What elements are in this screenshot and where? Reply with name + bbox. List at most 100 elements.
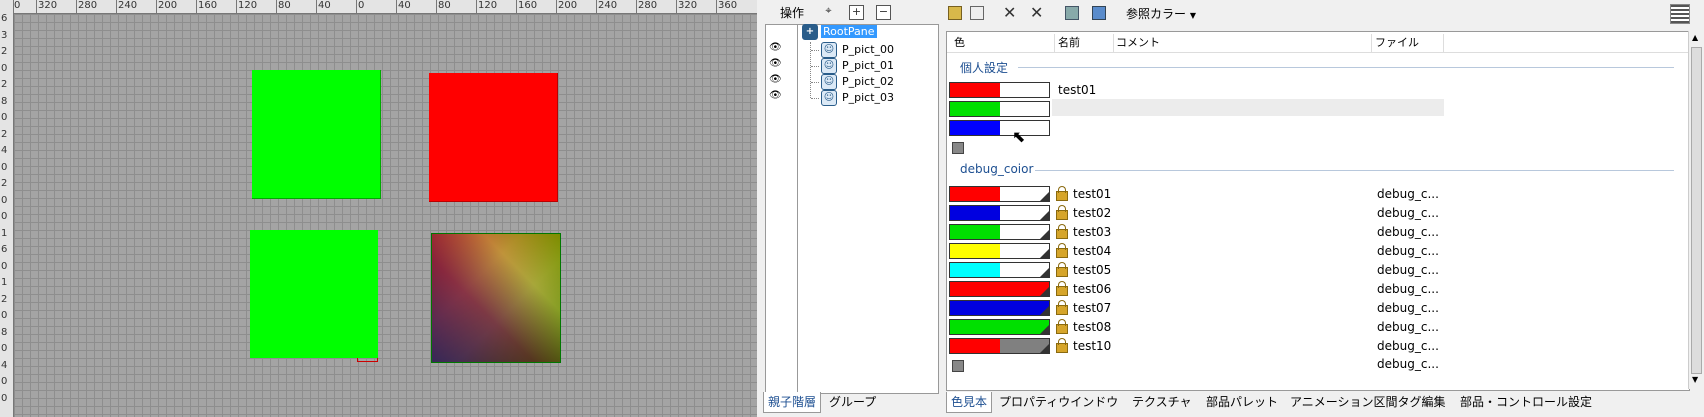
pict-gradient-bottom-right[interactable] [431,233,561,363]
lock-icon [1056,338,1068,353]
ruler-top-label: 160 [198,0,218,11]
ruler-top-label: 240 [598,0,618,11]
tree-node-label: P_pict_00 [842,43,895,56]
ruler-top-tick [276,0,277,13]
pict-green-top-left[interactable] [252,70,381,199]
color-name: test07 [1073,301,1112,315]
ref-color-label: 参照カラー [1126,7,1187,21]
tab-color-panel[interactable]: アニメーション区間タグ編集 [1286,392,1450,412]
delete-all-icon[interactable]: ✕ [1030,3,1043,22]
list-view-icon[interactable] [1670,4,1690,24]
ruler-left-label: 2 [1,79,8,90]
tree-branch-line [811,82,819,84]
color-swatch[interactable] [949,186,1050,202]
column-color[interactable]: 色 [954,34,1055,52]
color-name: test06 [1073,282,1112,296]
column-comment[interactable]: コメント [1116,34,1372,52]
select-tool-icon[interactable]: ⌖ [822,5,835,18]
vertical-scrollbar[interactable]: ▲ ▼ [1688,31,1703,389]
add-color-icon[interactable] [952,360,964,372]
visibility-eye-icon[interactable]: 👁 [769,42,782,53]
ref-color-dropdown[interactable]: 参照カラー ▼ [1126,5,1196,22]
ruler-top-label: 360 [718,0,738,11]
visibility-eye-icon[interactable]: 👁 [769,58,782,69]
tab-hierarchy[interactable]: 親子階層 [763,392,822,413]
color-swatch[interactable] [949,262,1050,278]
tab-group[interactable]: グループ [825,392,880,412]
delete-icon[interactable]: ✕ [1003,3,1016,22]
tab-color-panel[interactable]: 色見本 [946,392,993,413]
ruler-top-tick [396,0,397,13]
color-swatch[interactable] [949,224,1050,240]
lock-icon [1056,300,1068,315]
scroll-up-icon[interactable]: ▲ [1692,33,1698,42]
color-swatch[interactable] [949,120,1050,136]
ruler-left-label: 0 [1,392,8,404]
pict-red-top-right[interactable] [429,73,558,202]
edit-color-icon[interactable] [970,6,984,20]
layout-canvas[interactable] [0,0,757,417]
ruler-top-label: 160 [518,0,538,11]
swatch-color-primary [950,102,1000,116]
swatch-color-primary [950,301,1000,315]
swatch-color-primary [950,121,1000,135]
swatch-color-primary [950,282,1000,296]
import-icon[interactable] [1092,6,1106,20]
root-pane-label: RootPane [821,25,877,38]
lock-icon [1056,262,1068,277]
ruler-left-label: 0 [1,376,8,387]
ruler-top-label: 0 [358,0,365,11]
color-swatch[interactable] [949,338,1050,354]
ruler-left-label: 0 [1,62,8,74]
lock-icon [1056,319,1068,334]
swatch-corner-mark [1040,192,1049,201]
color-swatch[interactable] [949,205,1050,221]
ruler-top-label: 120 [478,0,498,11]
hierarchy-toolbar: 操作 ⌖ + − [758,0,938,24]
ruler-top-tick [716,0,717,13]
visibility-eye-icon[interactable]: 👁 [769,90,782,101]
ruler-left-label: 3 [1,29,8,41]
color-file: debug_c... [1377,282,1439,296]
pict-green-bottom-left[interactable] [250,230,378,358]
scroll-down-icon[interactable]: ▼ [1692,375,1698,384]
color-name: test04 [1073,244,1112,258]
color-swatch[interactable] [949,281,1050,297]
ruler-top: 0 320 280 240 200 160 120 80 40 0 40 80 120 160 200 240… [0,0,757,14]
swatch-corner-mark [1040,287,1049,296]
color-swatch[interactable] [949,82,1050,98]
ruler-left-label: 8 [1,326,8,338]
export-icon[interactable] [1065,6,1079,20]
column-file[interactable]: ファイル [1375,34,1444,52]
color-name: test03 [1073,225,1112,239]
ruler-top-label: 80 [438,0,451,11]
tree-branch-line [811,98,819,100]
root-pane-icon: + [802,24,818,40]
visibility-eye-icon[interactable]: 👁 [769,74,782,85]
tab-color-panel[interactable]: 部品パレット [1202,392,1282,412]
add-color-icon[interactable] [952,142,964,154]
ruler-top-label: 240 [118,0,138,11]
section-debug: debug_coior [960,162,1034,176]
collapse-icon[interactable]: − [876,5,891,20]
scroll-thumb[interactable] [1691,47,1702,374]
color-swatch[interactable] [949,300,1050,316]
color-swatch[interactable] [949,243,1050,259]
ruler-top-tick [636,0,637,13]
expand-icon[interactable]: + [849,5,864,20]
tree-node-label: P_pict_03 [842,91,895,104]
ruler-left-label: 4 [1,145,8,156]
tab-color-panel[interactable]: プロパティウインドウ [995,392,1122,412]
color-swatch[interactable] [949,319,1050,335]
ruler-top-label: 200 [158,0,178,11]
column-name[interactable]: 名前 [1058,34,1114,52]
lock-icon [1056,281,1068,296]
color-file: debug_c... [1377,263,1439,277]
tree-branch-line [811,50,819,52]
tab-color-panel[interactable]: テクスチャ [1128,392,1196,412]
ruler-top-label: 280 [78,0,98,11]
new-color-icon[interactable] [948,6,962,20]
tab-color-panel[interactable]: 部品・コントロール設定 [1456,392,1596,412]
color-swatch[interactable] [949,101,1050,117]
section-personal-line [1018,67,1674,68]
